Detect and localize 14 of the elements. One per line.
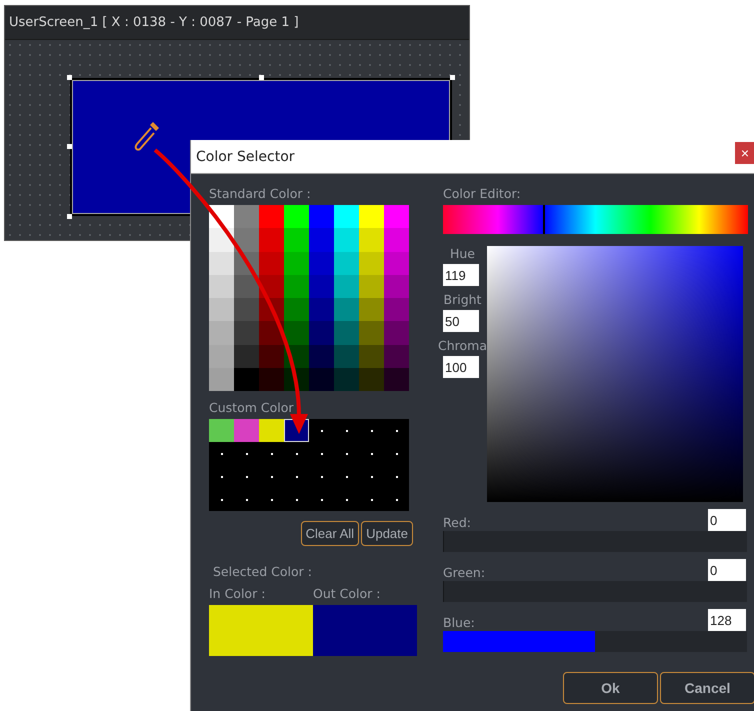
- section-label: Selected Color :: [212, 564, 313, 580]
- in-color-label: In Color :: [209, 586, 266, 602]
- channel-label: Red:: [443, 515, 471, 531]
- field-label: Bright: [444, 292, 482, 308]
- dialog-title: Color Selector: [195, 148, 295, 164]
- section-label: Custom Color: [209, 400, 294, 416]
- section-label: Standard Color :: [209, 186, 312, 202]
- channel-label: Green:: [443, 565, 486, 581]
- out-color-label: Out Color :: [313, 586, 382, 602]
- field-label: Chroma: [438, 338, 487, 354]
- field-label: Hue: [450, 246, 475, 262]
- channel-label: Blue:: [443, 615, 475, 631]
- section-label: Color Editor:: [443, 186, 522, 202]
- window-title: UserScreen_1 [ X : 0138 - Y : 0087 - Page 1 ]: [5, 6, 469, 40]
